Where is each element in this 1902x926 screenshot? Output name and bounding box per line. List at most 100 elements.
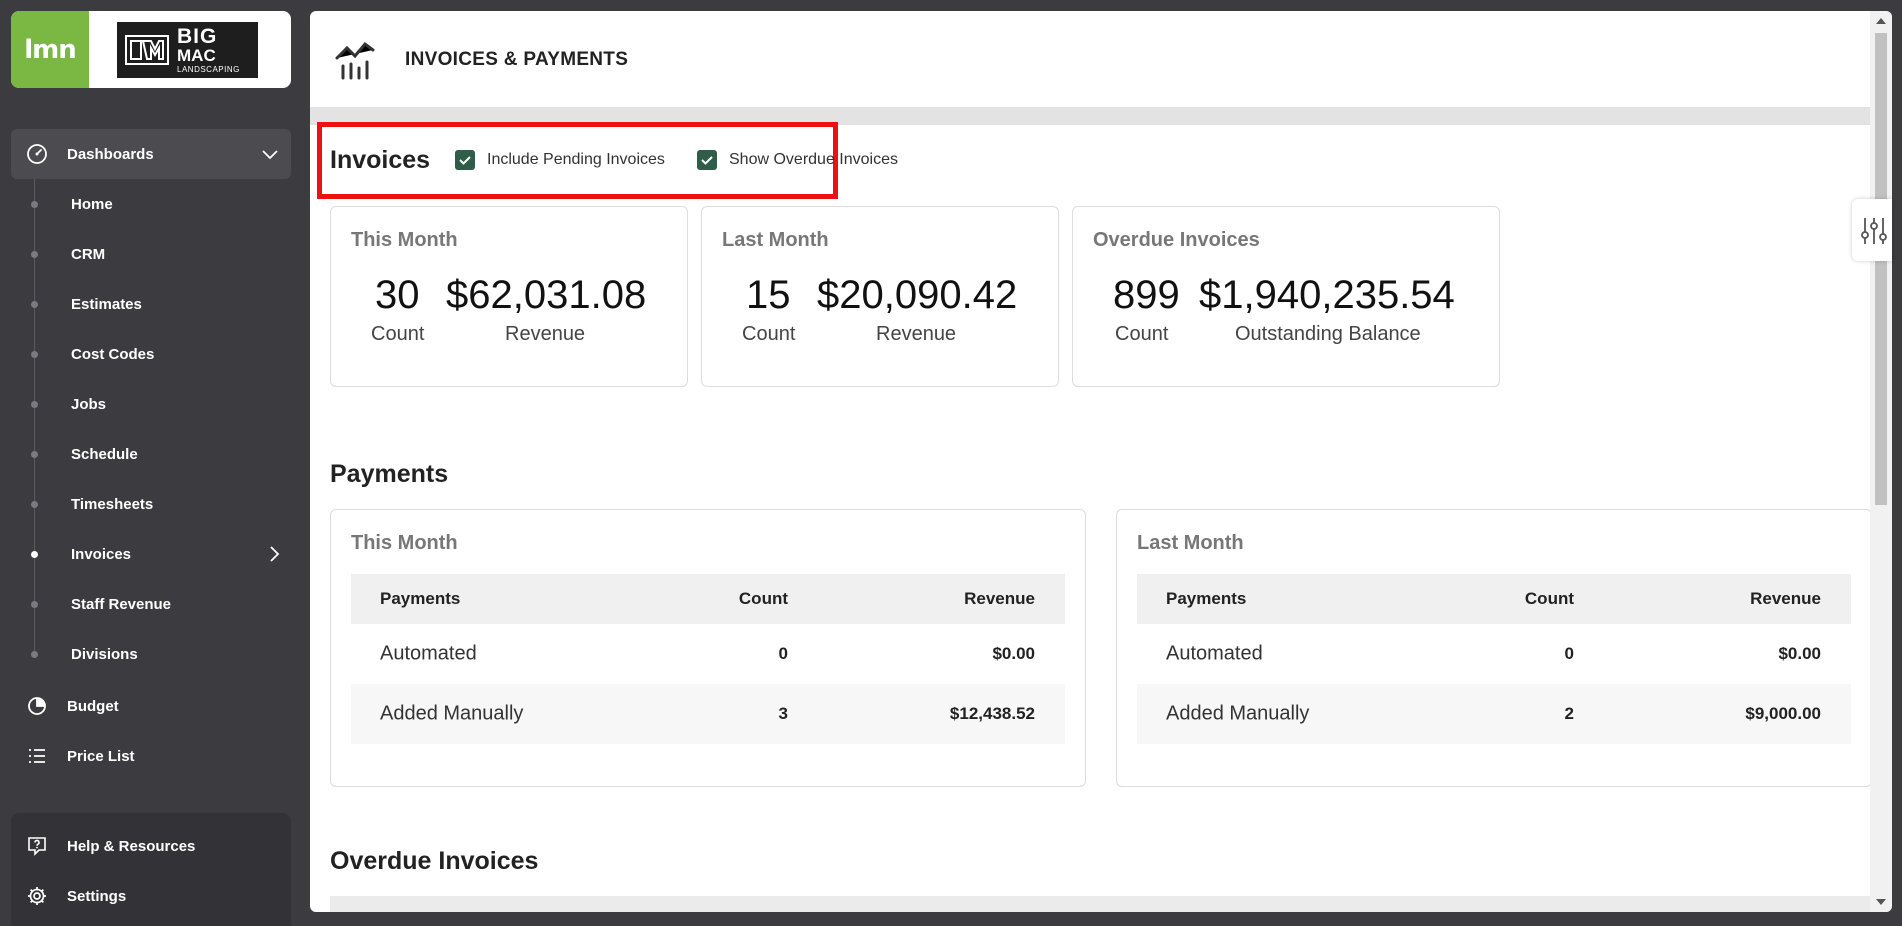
sidebar-item-crm[interactable]: CRM [0, 229, 300, 279]
column-header: Payments [380, 589, 461, 608]
sidebar-item-cost-codes[interactable]: Cost Codes [0, 329, 300, 379]
payment-count: 0 [1564, 644, 1574, 663]
include-pending-label: Include Pending Invoices [487, 151, 665, 168]
count-label: Count [1115, 323, 1169, 345]
company-logo-mark [125, 35, 169, 65]
include-pending-checkbox[interactable]: Include Pending Invoices [455, 150, 665, 170]
pie-chart-icon [25, 694, 49, 718]
payment-count: 3 [778, 704, 788, 723]
sidebar-item-label: Timesheets [71, 495, 154, 513]
chevron-right-icon [264, 544, 284, 564]
main-panel: INVOICES & PAYMENTS Invoices Include Pen… [310, 11, 1892, 912]
card-title: This Month [351, 229, 458, 251]
table-header-row: Payments Count Revenue [351, 574, 1065, 624]
show-overdue-checkbox[interactable]: Show Overdue Invoices [697, 150, 898, 170]
sidebar-item-label: Divisions [71, 645, 138, 663]
subnav-dot-active [31, 550, 38, 558]
sidebar-bottom-panel: Help & Resources Settings [11, 813, 291, 926]
count-label: Count [371, 323, 425, 345]
show-overdue-label: Show Overdue Invoices [729, 151, 898, 168]
payment-count: 0 [778, 644, 788, 663]
sidebar-item-help[interactable]: Help & Resources [11, 821, 291, 871]
invoice-card-overdue: Overdue Invoices 899 Count $1,940,235.54… [1072, 206, 1500, 387]
company-logo: BIG MAC LANDSCAPING [117, 22, 258, 78]
chart-trend-icon [334, 36, 380, 82]
revenue-label: Revenue [505, 323, 586, 345]
sidebar-item-label: CRM [71, 245, 106, 263]
lmn-logo-text: lmn [24, 34, 77, 65]
payments-section-title: Payments [330, 460, 449, 488]
sidebar-item-label: Invoices [71, 545, 132, 563]
sidebar-item-timesheets[interactable]: Timesheets [0, 479, 300, 529]
chevron-down-icon[interactable] [259, 143, 281, 165]
table-row: Added Manually 3 $12,438.52 [351, 684, 1065, 744]
sidebar-item-label: Settings [67, 887, 127, 905]
sidebar-item-staff-revenue[interactable]: Staff Revenue [0, 579, 300, 629]
column-header: Revenue [964, 589, 1035, 608]
sidebar-item-label: Dashboards [67, 145, 154, 163]
invoice-card-last-month: Last Month 15 Count $20,090.42 Revenue [701, 206, 1059, 387]
sidebar-item-home[interactable]: Home [0, 179, 300, 229]
sidebar-item-schedule[interactable]: Schedule [0, 429, 300, 479]
sliders-icon [1860, 216, 1888, 251]
table-row: Automated 0 $0.00 [351, 624, 1065, 684]
payments-table: Payments Count Revenue Automated 0 $0.00… [351, 574, 1065, 744]
count-label: Count [742, 323, 796, 345]
sidebar-item-label: Home [71, 195, 113, 213]
payment-revenue: $9,000.00 [1745, 704, 1821, 723]
sidebar-item-estimates[interactable]: Estimates [0, 279, 300, 329]
subnav-dot [31, 200, 38, 208]
column-header: Payments [1166, 589, 1247, 608]
overdue-table-header [330, 896, 1870, 912]
outstanding-balance: $1,940,235.54 [1199, 273, 1455, 317]
sidebar-item-divisions[interactable]: Divisions [0, 629, 300, 679]
sidebar-item-label: Schedule [71, 445, 138, 463]
sidebar-item-invoices[interactable]: Invoices [0, 529, 300, 579]
payment-type: Automated [380, 642, 477, 665]
column-header: Count [738, 589, 788, 608]
subnav-dot [31, 250, 38, 258]
scroll-up-icon[interactable] [1876, 18, 1886, 24]
payment-revenue: $0.00 [1778, 644, 1821, 663]
subnav-dot [31, 650, 38, 658]
card-title: Last Month [722, 229, 829, 251]
sidebar-item-label: Budget [67, 697, 119, 715]
sidebar-item-settings[interactable]: Settings [11, 871, 291, 921]
help-icon [25, 834, 49, 858]
card-title: Last Month [1137, 532, 1244, 554]
page-title: INVOICES & PAYMENTS [405, 49, 629, 70]
card-title: Overdue Invoices [1093, 229, 1260, 251]
column-header: Revenue [1750, 589, 1821, 608]
filter-settings-button[interactable] [1852, 199, 1892, 261]
sidebar-item-dashboards[interactable]: Dashboards [11, 129, 291, 179]
list-icon [25, 744, 49, 768]
invoice-count: 899 [1113, 273, 1180, 317]
invoices-section-title: Invoices [330, 146, 431, 174]
payments-table: Payments Count Revenue Automated 0 $0.00… [1137, 574, 1851, 744]
sidebar-item-label: Estimates [71, 295, 142, 313]
invoice-revenue: $20,090.42 [817, 273, 1018, 317]
checkbox-checked-icon[interactable] [697, 150, 717, 170]
sidebar-item-label: Cost Codes [71, 345, 155, 363]
invoice-card-this-month: This Month 30 Count $62,031.08 Revenue [330, 206, 688, 387]
payment-type: Automated [1166, 642, 1263, 665]
sidebar-item-label: Jobs [71, 395, 107, 413]
invoice-count: 15 [746, 273, 791, 317]
gear-icon [25, 884, 49, 908]
sidebar-item-budget[interactable]: Budget [11, 681, 291, 731]
payment-type: Added Manually [1166, 702, 1310, 725]
table-row: Automated 0 $0.00 [1137, 624, 1851, 684]
scroll-down-icon[interactable] [1876, 899, 1886, 905]
scrollbar[interactable] [1870, 11, 1892, 912]
revenue-label: Revenue [876, 323, 957, 345]
checkbox-checked-icon[interactable] [455, 150, 475, 170]
table-row: Added Manually 2 $9,000.00 [1137, 684, 1851, 744]
subnav-dot [31, 350, 38, 358]
sidebar-item-jobs[interactable]: Jobs [0, 379, 300, 429]
overdue-section-title: Overdue Invoices [330, 847, 539, 875]
lmn-logo[interactable]: lmn [11, 11, 89, 88]
payments-card-last-month: Last Month Payments Count Revenue Automa… [1116, 509, 1872, 787]
payment-revenue: $12,438.52 [949, 704, 1035, 723]
scrollbar-thumb[interactable] [1875, 33, 1887, 505]
sidebar-item-price-list[interactable]: Price List [11, 731, 291, 781]
